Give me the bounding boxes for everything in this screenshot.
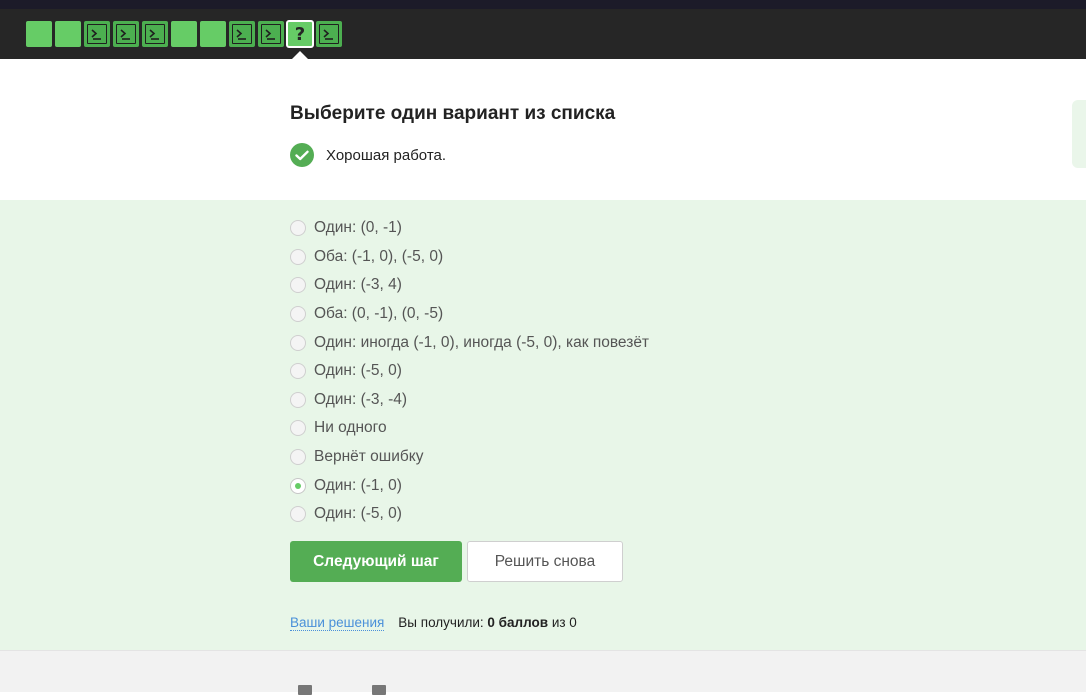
step-10[interactable]: ? <box>286 20 314 48</box>
next-step-button[interactable]: Следующий шаг <box>290 541 462 582</box>
bottom-bar <box>0 650 1086 695</box>
option-label: Один: (0, -1) <box>314 219 402 237</box>
score-text: Вы получили: 0 баллов из 0 <box>398 615 577 630</box>
step-11[interactable] <box>316 21 342 47</box>
step-3[interactable] <box>84 21 110 47</box>
step-1[interactable] <box>26 21 52 47</box>
option-label: Один: иногда (-1, 0), иногда (-5, 0), ка… <box>314 333 650 351</box>
score-prefix: Вы получили: <box>398 615 484 630</box>
terminal-icon <box>84 21 110 47</box>
terminal-icon <box>258 21 284 47</box>
option-label: Один: (-3, 4) <box>314 276 402 294</box>
step-8[interactable] <box>229 21 255 47</box>
option-item[interactable]: Вернёт ошибку <box>290 443 649 472</box>
bottom-toolbar <box>298 685 386 695</box>
option-label: Один: (-1, 0) <box>314 476 402 494</box>
question-icon: ? <box>294 23 306 45</box>
option-radio[interactable] <box>290 306 306 323</box>
option-label: Один: (-5, 0) <box>314 505 402 523</box>
option-label: Один: (-5, 0) <box>314 362 402 380</box>
option-item[interactable]: Один: (0, -1) <box>290 214 649 243</box>
question-header: Выберите один вариант из списка Хорошая … <box>0 59 1086 200</box>
step-2[interactable] <box>55 21 81 47</box>
option-label: Оба: (-1, 0), (-5, 0) <box>314 247 444 265</box>
options-list: Один: (0, -1) Оба: (-1, 0), (-5, 0) Один: … <box>290 214 649 529</box>
option-radio[interactable] <box>290 248 306 265</box>
option-radio[interactable] <box>290 477 306 494</box>
step-list: ? <box>26 20 342 48</box>
step-navigation-bar: ? <box>0 9 1086 59</box>
option-item[interactable]: Один: (-5, 0) <box>290 357 649 386</box>
option-radio[interactable] <box>290 449 306 466</box>
feedback: Хорошая работа. <box>290 143 446 167</box>
step-4[interactable] <box>113 21 139 47</box>
terminal-icon <box>316 21 342 47</box>
option-item[interactable]: Один: иногда (-1, 0), иногда (-5, 0), ка… <box>290 328 649 357</box>
option-item[interactable]: Один: (-3, 4) <box>290 271 649 300</box>
side-panel-tab[interactable] <box>1072 100 1086 168</box>
option-item[interactable]: Один: (-3, -4) <box>290 386 649 415</box>
option-radio[interactable] <box>290 363 306 380</box>
submission-info: Ваши решения Вы получили: 0 баллов из 0 <box>290 615 577 631</box>
option-item[interactable]: Один: (-1, 0) <box>290 471 649 500</box>
option-radio[interactable] <box>290 220 306 237</box>
score-value: 0 баллов <box>487 615 549 630</box>
option-item[interactable]: Оба: (-1, 0), (-5, 0) <box>290 243 649 272</box>
step-6[interactable] <box>171 21 197 47</box>
solve-again-button[interactable]: Решить снова <box>467 541 623 582</box>
question-title: Выберите один вариант из списка <box>290 103 616 124</box>
option-label: Оба: (0, -1), (0, -5) <box>314 305 444 323</box>
option-radio[interactable] <box>290 277 306 294</box>
your-solutions-link[interactable]: Ваши решения <box>290 615 385 631</box>
option-radio[interactable] <box>290 506 306 523</box>
terminal-icon <box>229 21 255 47</box>
terminal-icon <box>113 21 139 47</box>
comments-icon[interactable] <box>372 685 386 695</box>
option-label: Вернёт ошибку <box>314 448 424 466</box>
like-icon[interactable] <box>298 685 312 695</box>
option-radio[interactable] <box>290 391 306 408</box>
option-item[interactable]: Оба: (0, -1), (0, -5) <box>290 300 649 329</box>
feedback-text: Хорошая работа. <box>326 146 447 164</box>
option-label: Ни одного <box>314 419 387 437</box>
option-radio[interactable] <box>290 420 306 437</box>
step-7[interactable] <box>200 21 226 47</box>
check-circle-icon <box>290 143 314 167</box>
step-5[interactable] <box>142 21 168 47</box>
step-9[interactable] <box>258 21 284 47</box>
option-item[interactable]: Ни одного <box>290 414 649 443</box>
terminal-icon <box>142 21 168 47</box>
answer-area: Один: (0, -1) Оба: (-1, 0), (-5, 0) Один: … <box>0 200 1086 650</box>
top-strip <box>0 0 1086 9</box>
option-label: Один: (-3, -4) <box>314 390 408 408</box>
score-suffix: из 0 <box>551 615 577 630</box>
option-item[interactable]: Один: (-5, 0) <box>290 500 649 529</box>
current-step-pointer <box>292 51 308 59</box>
option-radio[interactable] <box>290 334 306 351</box>
